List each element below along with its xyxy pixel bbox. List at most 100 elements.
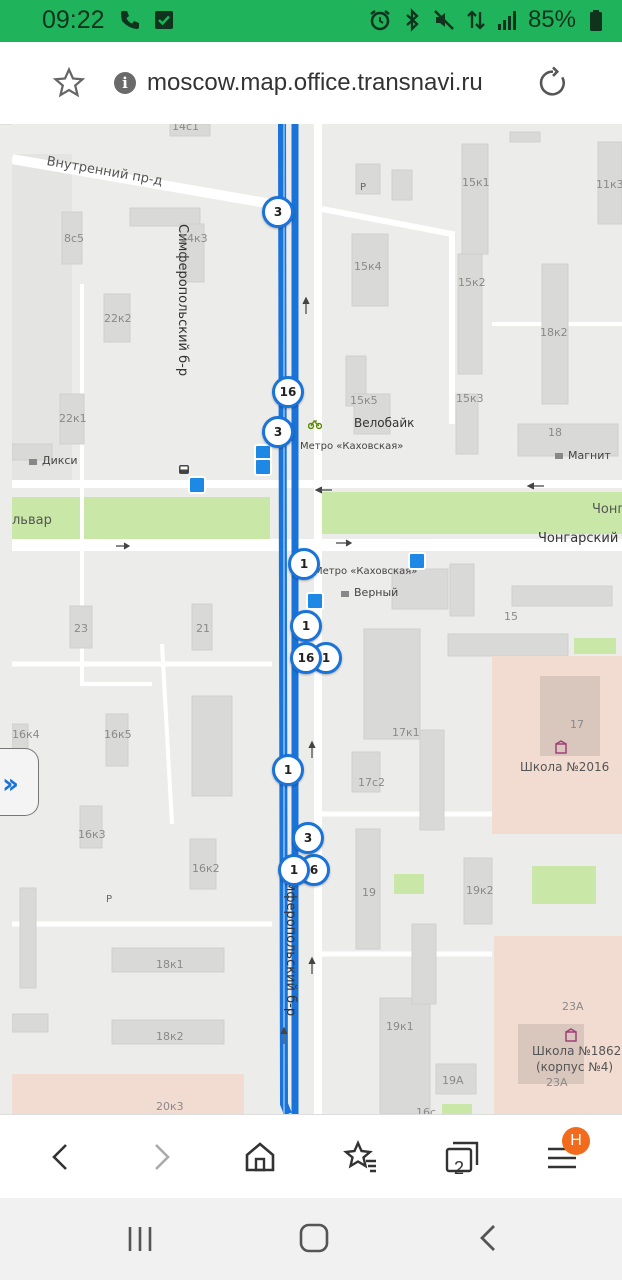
battery-percent: 85% [527,6,576,33]
route-marker[interactable]: 3 [262,416,294,448]
transport-stop-icon[interactable] [188,476,206,494]
building-label: 15к2 [458,276,486,289]
parking-icon: P [360,182,366,192]
parking-icon: P [106,894,112,904]
building-label: 20к3 [156,1100,184,1113]
street-label-simf-top: Симферопольский б-р [175,224,190,377]
building-label: 16к2 [192,862,220,875]
poi-verny[interactable]: Верный [354,586,398,599]
battery-icon [590,10,602,31]
reload-icon[interactable] [536,66,570,100]
browser-toolbar: 2 Н [0,1114,622,1199]
transport-stop-icon[interactable] [254,458,272,476]
shop-icon [555,453,563,459]
map-view[interactable]: Внутренний пр-д Симферопольский б-р Симф… [12,124,622,1114]
route-marker[interactable]: 1 [278,854,310,886]
route-marker[interactable]: 1 [272,754,304,786]
poi-school-1862-line2[interactable]: (корпус №4) [536,1060,613,1074]
building-label: 11к3 [596,178,622,191]
building-label: 15к3 [456,392,484,405]
route-marker[interactable]: 16 [290,642,322,674]
system-nav-bar [0,1198,622,1280]
transport-stop-icon[interactable] [306,592,324,610]
poi-dixi[interactable]: Дикси [42,454,78,467]
bicycle-icon [308,419,322,430]
poi-velobike[interactable]: Велобайк [354,416,414,430]
street-label-chong: Чонг [592,502,622,517]
forward-icon[interactable] [142,1137,182,1177]
route-marker[interactable]: 3 [262,196,294,228]
alarm-icon [370,10,390,31]
address-bar: i moscow.map.office.transnavi.ru [0,42,622,125]
building-label: 15к1 [462,176,490,189]
building-label: 14с1 [172,124,200,133]
building-label: 17 [570,718,584,731]
bookmarks-icon[interactable] [340,1137,380,1177]
building-label: 23А [562,1000,584,1013]
bus-stop-icon [179,465,189,474]
building-label: 19А [442,1074,464,1087]
back-icon[interactable] [42,1137,82,1177]
building-label: 22к1 [59,412,87,425]
svg-text:P: P [360,182,366,192]
route-marker[interactable]: 1 [288,548,320,580]
building-label: 18 [548,426,562,439]
building-label: 23 [74,622,88,635]
poi-metro-kakhovskaya-2[interactable]: Метро «Каховская» [314,566,417,577]
building-label: 16к5 [104,728,132,741]
double-chevron-right-icon: ›› [2,767,19,800]
street-label-bulvar: львар [12,513,52,528]
data-transfer-icon [467,10,485,30]
back-nav-icon[interactable] [474,1222,504,1254]
building-label: 21 [196,622,210,635]
expand-panel-button[interactable]: ›› [0,748,39,816]
route-marker[interactable]: 16 [272,376,304,408]
transport-stop-icon[interactable] [408,552,426,570]
school-icon [555,740,567,754]
svg-text:P: P [106,894,112,904]
poi-school-1862-line1[interactable]: Школа №1862 [532,1044,621,1058]
building-label: 19к2 [466,884,494,897]
mute-icon [434,10,454,30]
poi-school-2016[interactable]: Школа №2016 [520,760,609,774]
building-label: 8с5 [64,232,85,245]
building-label: 19 [362,886,376,899]
building-label: 19к1 [386,1020,414,1033]
tab-count: 2 [454,1158,465,1178]
home-nav-icon[interactable] [298,1222,330,1254]
site-info-icon[interactable]: i [114,72,136,94]
check-square-icon [155,11,173,29]
building-label: 16к4 [12,728,40,741]
bookmark-star-icon[interactable] [52,66,86,100]
route-marker[interactable]: 1 [290,610,322,642]
building-label: 15 [504,610,518,623]
phone-icon [121,11,139,29]
poi-metro-kakhovskaya-1[interactable]: Метро «Каховская» [300,441,403,452]
building-label: 17к1 [392,726,420,739]
building-label: 17с2 [358,776,386,789]
recent-apps-icon[interactable] [124,1224,156,1254]
shop-icon [29,459,37,465]
status-bar: 09:22 85% [0,0,622,42]
building-label: 18к2 [540,326,568,339]
notification-badge: Н [562,1127,590,1155]
signal-icon [497,11,516,30]
bluetooth-icon [406,8,419,32]
building-label: 18к2 [156,1030,184,1043]
building-label: 14к3 [180,232,208,245]
poi-magnit[interactable]: Магнит [568,449,611,462]
building-label: 15к5 [350,394,378,407]
street-label-chongarsky: Чонгарский [538,531,619,546]
street-label-simf-bottom: Симферопольский б-р [283,864,298,1017]
building-label: 23А [546,1076,568,1089]
url-field[interactable]: moscow.map.office.transnavi.ru [147,69,483,97]
home-icon[interactable] [240,1137,280,1177]
school-icon [565,1028,577,1042]
route-marker[interactable]: 3 [292,822,324,854]
building-label: 15к4 [354,260,382,273]
building-label: 18к1 [156,958,184,971]
shop-icon [341,591,349,597]
status-time: 09:22 [42,6,105,34]
building-label: 16к3 [78,828,106,841]
building-label: 22к2 [104,312,132,325]
